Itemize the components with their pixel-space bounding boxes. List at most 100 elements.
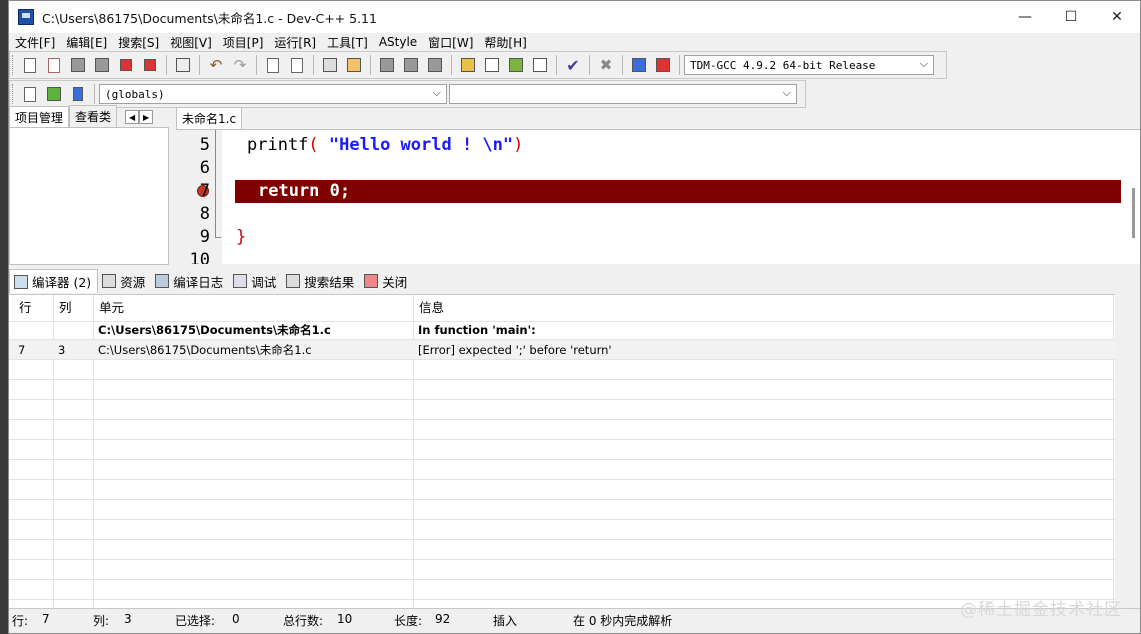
compile-run-icon[interactable] bbox=[505, 54, 527, 76]
rebuild-all-icon[interactable] bbox=[529, 54, 551, 76]
tab-resources[interactable]: 资源 bbox=[98, 269, 151, 293]
menu-project[interactable]: 项目[P] bbox=[217, 34, 269, 51]
table-cell[interactable] bbox=[53, 320, 58, 340]
maximize-button[interactable]: ☐ bbox=[1048, 1, 1094, 33]
profile-chart-icon[interactable] bbox=[628, 54, 650, 76]
compiler-select[interactable]: TDM-GCC 4.9.2 64-bit Release ⌵ bbox=[684, 55, 934, 75]
project-tree[interactable] bbox=[9, 127, 169, 265]
find-icon[interactable] bbox=[262, 54, 284, 76]
table-row[interactable]: 7 bbox=[13, 340, 25, 360]
unindent-icon[interactable] bbox=[343, 54, 365, 76]
output-tabs: 编译器 (2) 资源 编译日志 调试 搜索结果 关闭 bbox=[9, 269, 1140, 293]
syntax-check-icon[interactable]: ✔ bbox=[562, 54, 584, 76]
grid-icon bbox=[14, 274, 28, 289]
table-cell[interactable]: 3 bbox=[53, 340, 65, 360]
tab-class-browser[interactable]: 查看类 bbox=[69, 105, 118, 127]
insert-icon[interactable] bbox=[43, 83, 65, 105]
error-code: return 0; bbox=[258, 181, 351, 201]
menu-tools[interactable]: 工具[T] bbox=[321, 34, 373, 51]
menu-view[interactable]: 视图[V] bbox=[164, 34, 217, 51]
column-header-row[interactable]: 行 bbox=[9, 295, 32, 321]
close-icon bbox=[364, 274, 379, 288]
table-cell[interactable]: In function 'main': bbox=[413, 320, 536, 340]
debug-icon[interactable] bbox=[652, 54, 674, 76]
close-button[interactable]: ✕ bbox=[1094, 1, 1140, 33]
redo-icon[interactable]: ↷ bbox=[229, 54, 251, 76]
status-col-value: 3 bbox=[124, 612, 132, 626]
code-line: 5 printf( "Hello world ! \n") bbox=[176, 134, 1140, 157]
status-len-label: 长度: bbox=[394, 614, 423, 628]
menu-edit[interactable]: 编辑[E] bbox=[60, 34, 112, 51]
code-line: 6 bbox=[176, 157, 1140, 180]
toolbar-grip bbox=[12, 84, 15, 104]
goto-declaration-icon[interactable] bbox=[19, 83, 41, 105]
menu-window[interactable]: 窗口[W] bbox=[422, 34, 478, 51]
scope-select[interactable]: (globals) ⌵ bbox=[99, 84, 447, 104]
left-panel: 项目管理 查看类 ◀ ▶ bbox=[9, 105, 175, 265]
search-icon bbox=[286, 274, 301, 288]
menu-file[interactable]: 文件[F] bbox=[9, 34, 60, 51]
line-number: 10 bbox=[189, 250, 210, 264]
bookmark-icon[interactable] bbox=[67, 83, 89, 105]
status-insert-mode: 插入 bbox=[493, 614, 518, 628]
status-line-label: 行: bbox=[12, 614, 29, 628]
undo-icon[interactable]: ↶ bbox=[205, 54, 227, 76]
line-number: 9 bbox=[199, 227, 210, 247]
tab-find-results[interactable]: 搜索结果 bbox=[282, 269, 360, 293]
function-select[interactable]: ⌵ bbox=[449, 84, 797, 104]
indent-icon[interactable] bbox=[319, 54, 341, 76]
menu-astyle[interactable]: AStyle bbox=[373, 35, 422, 49]
code-editor[interactable]: 5 printf( "Hello world ! \n") 6 7 return… bbox=[176, 129, 1140, 264]
status-sel-label: 已选择: bbox=[175, 614, 216, 628]
tab-compile-log[interactable]: 编译日志 bbox=[151, 269, 229, 293]
resources-icon bbox=[102, 274, 117, 288]
new-file-icon[interactable] bbox=[19, 54, 41, 76]
column-header-unit[interactable]: 单元 bbox=[89, 295, 124, 321]
table-cell[interactable]: C:\Users\86175\Documents\未命名1.c bbox=[93, 320, 331, 340]
tab-debug[interactable]: 调试 bbox=[229, 269, 282, 293]
chart-icon bbox=[155, 274, 170, 288]
tab-project-manager[interactable]: 项目管理 bbox=[9, 106, 70, 128]
editor-scrollbar[interactable] bbox=[1132, 188, 1135, 238]
replace-icon[interactable] bbox=[286, 54, 308, 76]
print-icon[interactable] bbox=[172, 54, 194, 76]
menu-execute[interactable]: 运行[R] bbox=[268, 34, 321, 51]
compiler-messages-table: 行 列 单元 信息 C:\Users\86175\Documents\未命名1.… bbox=[9, 294, 1115, 609]
open-file-icon[interactable] bbox=[43, 54, 65, 76]
minimize-button[interactable]: — bbox=[1002, 1, 1048, 33]
add-to-project-icon[interactable] bbox=[376, 54, 398, 76]
close-all-icon[interactable] bbox=[139, 54, 161, 76]
line-number: 7 bbox=[199, 181, 210, 201]
closing-brace: } bbox=[236, 227, 247, 247]
main-toolbar: ↶ ↷ ✔ ✖ TDM-GCC 4.9.2 64-bit Release ⌵ bbox=[9, 51, 947, 79]
save-icon[interactable] bbox=[67, 54, 89, 76]
close-file-icon[interactable] bbox=[115, 54, 137, 76]
chevron-right-icon[interactable]: ▶ bbox=[139, 110, 154, 124]
title-bar: C:\Users\86175\Documents\未命名1.c - Dev-C+… bbox=[9, 1, 1140, 33]
line-number: 6 bbox=[199, 158, 210, 178]
menu-help[interactable]: 帮助[H] bbox=[478, 34, 531, 51]
table-cell[interactable]: C:\Users\86175\Documents\未命名1.c bbox=[93, 340, 312, 360]
code-line: 9 } bbox=[176, 226, 1140, 249]
run-icon[interactable] bbox=[481, 54, 503, 76]
tab-compiler[interactable]: 编译器 (2) bbox=[9, 269, 99, 293]
table-row[interactable] bbox=[13, 320, 18, 340]
project-options-icon[interactable] bbox=[424, 54, 446, 76]
save-all-icon[interactable] bbox=[91, 54, 113, 76]
status-parse-info: 在 0 秒内完成解析 bbox=[573, 614, 673, 628]
code-line: 10 bbox=[176, 249, 1140, 264]
tab-close[interactable]: 关闭 bbox=[360, 269, 413, 293]
compile-icon[interactable] bbox=[457, 54, 479, 76]
remove-from-project-icon[interactable] bbox=[400, 54, 422, 76]
menu-search[interactable]: 搜索[S] bbox=[112, 34, 164, 51]
devcpp-window: C:\Users\86175\Documents\未命名1.c - Dev-C+… bbox=[8, 0, 1141, 634]
chevron-down-icon: ⌵ bbox=[919, 57, 928, 70]
error-message[interactable]: [Error] expected ';' before 'return' bbox=[413, 340, 612, 360]
chevron-left-icon[interactable]: ◀ bbox=[125, 110, 140, 124]
column-header-info[interactable]: 信息 bbox=[409, 295, 444, 321]
line-number: 8 bbox=[199, 204, 210, 224]
column-header-col[interactable]: 列 bbox=[49, 295, 72, 321]
tab-file-untitled1[interactable]: 未命名1.c bbox=[176, 107, 243, 129]
line-number: 5 bbox=[199, 135, 210, 155]
clean-icon[interactable]: ✖ bbox=[595, 54, 617, 76]
